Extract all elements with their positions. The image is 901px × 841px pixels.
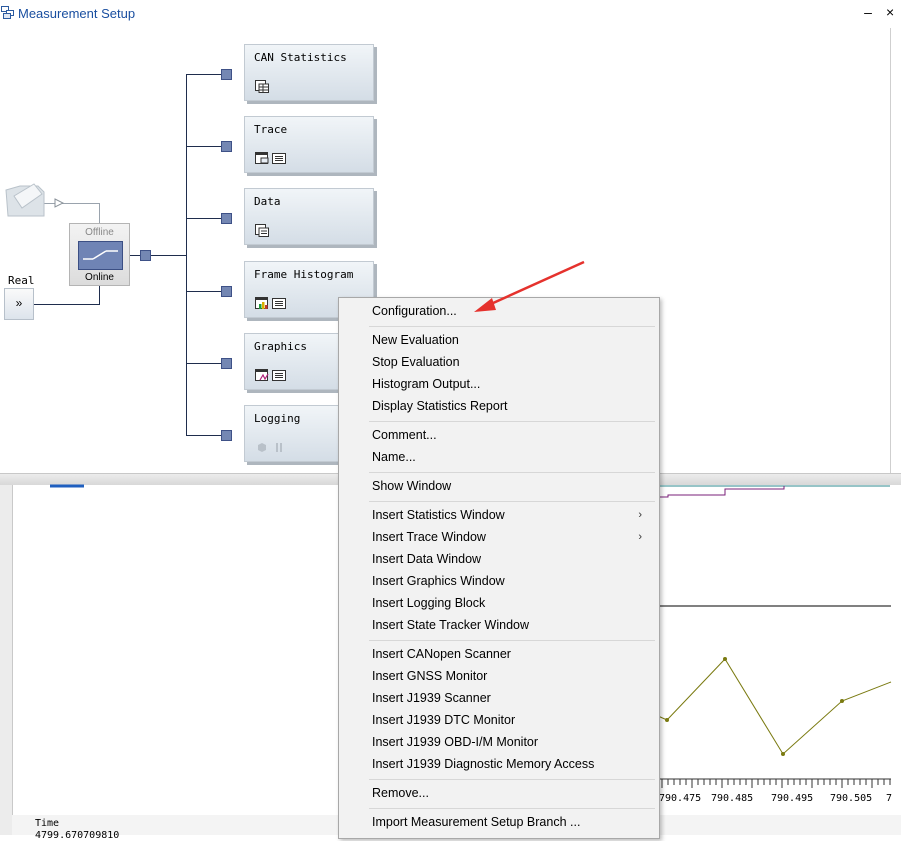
menu-item-insert-j1939-dtc-monitor[interactable]: Insert J1939 DTC Monitor (372, 710, 652, 730)
graphics-window-icon[interactable] (255, 369, 269, 382)
x-tick-label: 790.485 (711, 793, 754, 804)
menu-item-insert-j1939-obd-im-monitor[interactable]: Insert J1939 OBD-I/M Monitor (372, 732, 652, 752)
data-window-icon[interactable] (255, 224, 269, 237)
annotation-arrow-icon (474, 260, 585, 312)
connector-line (186, 146, 226, 147)
connector-node[interactable] (221, 286, 232, 297)
histogram-icon[interactable] (255, 297, 269, 310)
block-label: Graphics (254, 340, 307, 353)
list-icon[interactable] (272, 369, 286, 382)
switch-icon (78, 241, 123, 270)
block-data[interactable]: Data (244, 188, 374, 245)
menu-item-insert-logging-block[interactable]: Insert Logging Block (372, 593, 652, 613)
x-axis-ticks (661, 779, 891, 788)
connector-line (186, 291, 226, 292)
menu-item-histogram-output[interactable]: Histogram Output... (372, 374, 652, 394)
branch-bus (186, 74, 187, 436)
block-label: Logging (254, 412, 301, 425)
connector-line (99, 203, 100, 223)
pause-icon[interactable] (272, 441, 286, 454)
menu-item-import-measurement-setup-branch[interactable]: Import Measurement Setup Branch ... (372, 812, 652, 832)
menu-separator (369, 779, 655, 780)
connector-line (34, 304, 100, 305)
statistics-table-icon[interactable] (255, 80, 269, 93)
time-label: Time (35, 818, 60, 829)
menu-item-name[interactable]: Name... (372, 447, 652, 467)
connector-line (186, 363, 226, 364)
menu-item-insert-canopen-scanner[interactable]: Insert CANopen Scanner (372, 644, 652, 664)
menu-item-insert-state-tracker-window[interactable]: Insert State Tracker Window (372, 615, 652, 635)
block-label: Frame Histogram (254, 268, 354, 281)
trace-window-icon[interactable] (255, 152, 269, 165)
menu-item-insert-gnss-monitor[interactable]: Insert GNSS Monitor (372, 666, 652, 686)
menu-item-insert-trace-window[interactable]: Insert Trace Window › (372, 527, 652, 547)
list-icon[interactable] (272, 297, 286, 310)
menu-separator (369, 472, 655, 473)
menu-item-insert-j1939-diagnostic-memory-access[interactable]: Insert J1939 Diagnostic Memory Access (372, 754, 652, 774)
menu-item-insert-statistics-window[interactable]: Insert Statistics Window › (372, 505, 652, 525)
connector-line (186, 435, 226, 436)
menu-item-comment[interactable]: Comment... (372, 425, 652, 445)
menu-item-stop-evaluation[interactable]: Stop Evaluation (372, 352, 652, 372)
menu-item-label: Insert Trace Window (372, 530, 486, 544)
menu-item-remove[interactable]: Remove... (372, 783, 652, 803)
block-trace[interactable]: Trace (244, 116, 374, 173)
block-label: Data (254, 195, 281, 208)
connector-line (150, 255, 186, 256)
connector-node[interactable] (221, 430, 232, 441)
connector-node[interactable] (221, 69, 232, 80)
time-value: 4799.670709810 (35, 830, 120, 841)
menu-item-label: Insert Statistics Window (372, 508, 505, 522)
menu-separator (369, 640, 655, 641)
arrow-marker-icon (54, 198, 64, 208)
connector-line (99, 284, 100, 305)
minimize-button[interactable]: – (860, 4, 876, 22)
list-icon[interactable] (272, 152, 286, 165)
connector-node[interactable] (221, 141, 232, 152)
close-button[interactable]: × (886, 4, 901, 22)
connector-line (186, 74, 226, 75)
online-offline-switch[interactable]: Offline Online (69, 223, 130, 286)
block-can-statistics[interactable]: CAN Statistics (244, 44, 374, 101)
offline-label: Offline (85, 227, 114, 238)
menu-separator (369, 808, 655, 809)
connector-node[interactable] (221, 358, 232, 369)
real-label: Real (8, 274, 35, 287)
connector-node[interactable] (221, 213, 232, 224)
menu-separator (369, 421, 655, 422)
real-source-button[interactable]: » (4, 288, 34, 320)
window-title: Measurement Setup (18, 6, 136, 21)
x-tick-label: 790.495 (771, 793, 814, 804)
menu-item-insert-j1939-scanner[interactable]: Insert J1939 Scanner (372, 688, 652, 708)
menu-item-show-window[interactable]: Show Window (372, 476, 652, 496)
connector-line (186, 218, 226, 219)
block-label: CAN Statistics (254, 51, 347, 64)
window-border (890, 28, 891, 473)
menu-item-insert-data-window[interactable]: Insert Data Window (372, 549, 652, 569)
submenu-arrow-icon: › (638, 509, 642, 521)
menu-item-new-evaluation[interactable]: New Evaluation (372, 330, 652, 350)
menu-item-display-statistics-report[interactable]: Display Statistics Report (372, 396, 652, 416)
menu-separator (369, 501, 655, 502)
title-bar: Measurement Setup – × (0, 0, 901, 28)
submenu-arrow-icon: › (638, 531, 642, 543)
menu-item-insert-graphics-window[interactable]: Insert Graphics Window (372, 571, 652, 591)
offline-source-folder-icon[interactable] (4, 182, 48, 218)
context-menu: Configuration... New Evaluation Stop Eva… (338, 297, 660, 839)
x-tick-label: 790.505 (830, 793, 873, 804)
x-tick-label: 7 (886, 793, 893, 804)
menu-separator (369, 326, 655, 327)
connector-node[interactable] (140, 250, 151, 261)
x-tick-label: 790.475 (659, 793, 702, 804)
block-label: Trace (254, 123, 288, 136)
online-label: Online (85, 272, 114, 283)
record-icon[interactable] (255, 441, 269, 454)
measurement-setup-icon (1, 6, 14, 19)
connector-line (43, 203, 100, 204)
